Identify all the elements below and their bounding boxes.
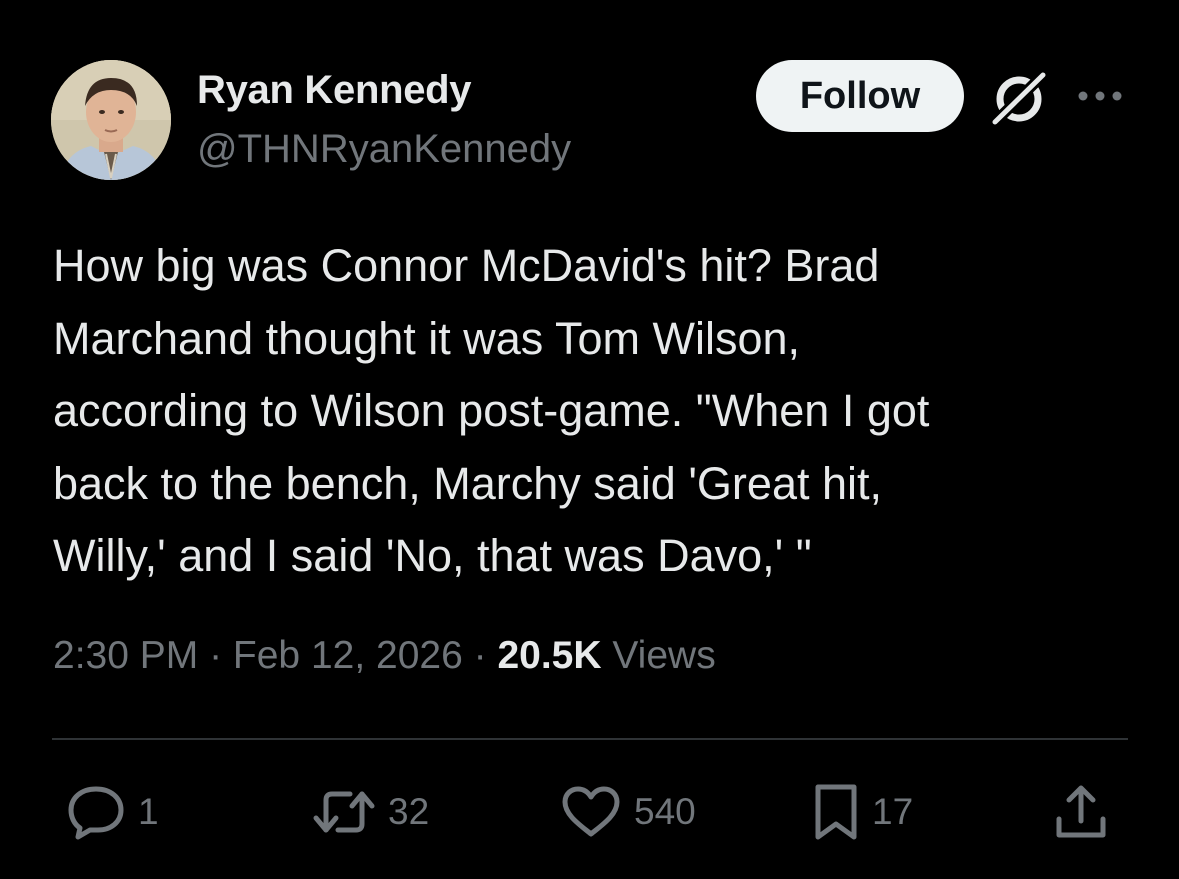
tweet-metadata: 2:30 PM · Feb 12, 2026 · 20.5K Views	[53, 634, 716, 678]
views-label: Views	[601, 634, 716, 677]
share-button[interactable]	[1053, 782, 1109, 842]
bookmark-icon	[812, 782, 860, 842]
grok-icon[interactable]	[989, 69, 1049, 128]
repost-count: 32	[388, 791, 430, 832]
reply-icon	[66, 784, 126, 840]
meta-separator: ·	[462, 634, 498, 677]
tweet-text: How big was Connor McDavid's hit? Brad M…	[53, 240, 930, 581]
views-count[interactable]: 20.5K	[497, 634, 601, 677]
share-icon	[1053, 783, 1109, 841]
like-button[interactable]: 540	[560, 782, 696, 842]
reply-button[interactable]: 1	[66, 782, 159, 842]
repost-icon	[312, 784, 376, 840]
heart-icon	[560, 784, 622, 840]
bookmark-count: 17	[872, 791, 914, 832]
author-display-name[interactable]: Ryan Kennedy	[197, 68, 472, 113]
tweet-time[interactable]: 2:30 PM	[53, 634, 198, 677]
bookmark-button[interactable]: 17	[812, 782, 913, 842]
like-count: 540	[634, 791, 696, 832]
avatar[interactable]	[51, 60, 171, 180]
author-handle[interactable]: @THNRyanKennedy	[197, 127, 571, 172]
reply-count: 1	[138, 791, 159, 832]
divider	[52, 738, 1128, 740]
more-options-icon[interactable]	[1075, 85, 1125, 107]
follow-button[interactable]: Follow	[756, 60, 964, 132]
meta-separator: ·	[198, 634, 233, 677]
tweet-card: Ryan Kennedy @THNRyanKennedy Follow How …	[0, 0, 1179, 879]
tweet-date[interactable]: Feb 12, 2026	[233, 634, 463, 677]
repost-button[interactable]: 32	[312, 782, 429, 842]
